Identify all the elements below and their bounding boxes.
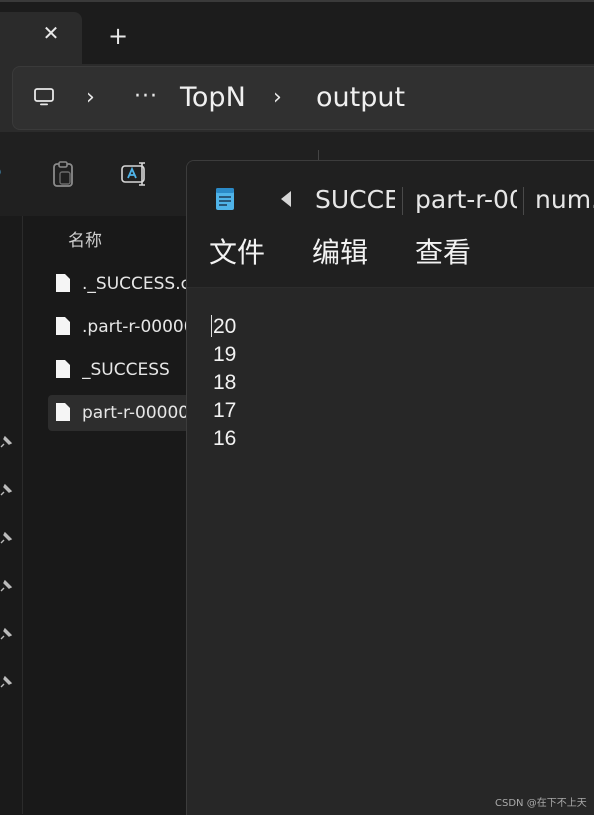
close-tab-button[interactable]: ✕ bbox=[40, 22, 62, 44]
file-icon bbox=[56, 274, 70, 292]
breadcrumb-chevron-icon[interactable]: › bbox=[273, 86, 282, 110]
file-name: .part-r-00000.crc bbox=[82, 317, 186, 337]
text-caret bbox=[211, 315, 212, 337]
notepad-tab-active[interactable]: num.txt bbox=[535, 185, 594, 214]
breadcrumb-output[interactable]: output bbox=[316, 82, 405, 113]
notepad-window: SUCCESS part-r-00000 num.txt 文件 编辑 查看 20… bbox=[186, 160, 594, 815]
explorer-tabbar bbox=[0, 2, 594, 64]
notepad-tab[interactable]: part-r-00000 bbox=[415, 185, 517, 214]
pin-icon[interactable] bbox=[0, 578, 14, 592]
text-line: 20 bbox=[213, 315, 237, 338]
text-line: 16 bbox=[213, 427, 237, 450]
toolbar-icon-partial[interactable] bbox=[0, 162, 4, 182]
text-line: 17 bbox=[213, 399, 237, 422]
clipboard-icon[interactable] bbox=[50, 160, 76, 188]
address-bar[interactable] bbox=[12, 66, 594, 130]
tab-divider bbox=[523, 187, 524, 215]
column-header-name[interactable]: 名称 bbox=[68, 226, 102, 251]
pin-icon[interactable] bbox=[0, 482, 14, 496]
pin-icon[interactable] bbox=[0, 674, 14, 688]
file-icon bbox=[56, 403, 70, 421]
breadcrumb-chevron-icon[interactable]: › bbox=[86, 86, 95, 110]
file-name: _SUCCESS bbox=[82, 360, 170, 380]
menu-view[interactable]: 查看 bbox=[415, 231, 471, 271]
file-icon bbox=[56, 360, 70, 378]
rename-icon[interactable] bbox=[120, 160, 150, 188]
menu-file[interactable]: 文件 bbox=[209, 231, 265, 271]
notepad-tab[interactable]: SUCCESS bbox=[315, 185, 395, 214]
breadcrumb-more-button[interactable]: ··· bbox=[134, 84, 158, 109]
pin-icon[interactable] bbox=[0, 530, 14, 544]
scroll-tabs-left-icon[interactable] bbox=[279, 190, 293, 208]
text-line: 18 bbox=[213, 371, 237, 394]
text-editor[interactable] bbox=[187, 288, 594, 815]
text-line: 19 bbox=[213, 343, 237, 366]
this-pc-icon[interactable] bbox=[32, 85, 56, 109]
file-icon bbox=[56, 317, 70, 335]
file-name: part-r-00000 bbox=[82, 403, 186, 423]
file-name: ._SUCCESS.crc bbox=[82, 274, 186, 294]
pin-icon[interactable] bbox=[0, 434, 14, 448]
navigation-pane bbox=[0, 216, 23, 814]
new-tab-button[interactable]: + bbox=[106, 24, 130, 48]
menu-edit[interactable]: 编辑 bbox=[312, 231, 368, 271]
watermark: CSDN @在下不上天 bbox=[495, 798, 587, 809]
pin-icon[interactable] bbox=[0, 626, 14, 640]
tab-divider bbox=[402, 187, 403, 215]
breadcrumb-topn[interactable]: TopN bbox=[180, 82, 246, 113]
notepad-app-icon bbox=[216, 188, 234, 210]
